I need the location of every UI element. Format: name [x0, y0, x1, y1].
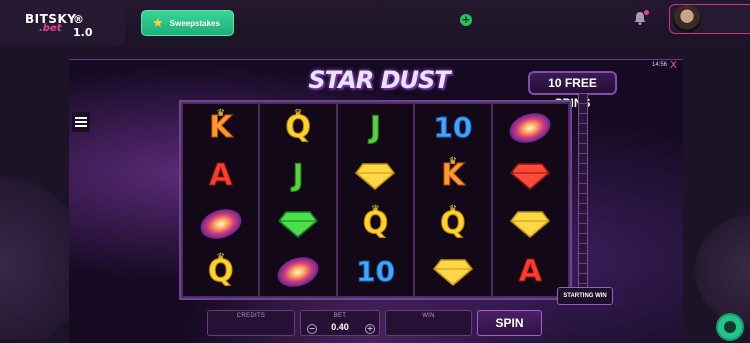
red-gem-symbol [493, 152, 568, 200]
symbol-q: ♛ Q [183, 248, 258, 296]
bet-decrease-button[interactable]: − [307, 324, 317, 334]
galaxy-icon [505, 108, 555, 148]
yellow-gem-icon [510, 211, 551, 238]
sweepstakes-button[interactable]: ★ Sweepstakes [141, 10, 234, 36]
spin-button[interactable]: SPIN [477, 310, 542, 336]
symbol-j: J [260, 152, 335, 200]
reels-grid: ♛ K A ♛ Q ♛ Q J J ♛ Q 10 10 ♛ K ♛ Q A [179, 100, 572, 300]
symbol-q: ♛ Q [415, 200, 490, 248]
win-panel: WIN [385, 310, 472, 336]
symbol-text: 10 [433, 111, 473, 144]
credits-label: CREDITS [236, 313, 266, 319]
add-funds-button[interactable]: + [460, 14, 472, 26]
chat-icon [724, 321, 736, 333]
green-gem-icon [278, 211, 319, 238]
star-icon: ★ [152, 15, 164, 31]
free-spins-badge: 10 FREE SPINS [528, 71, 617, 110]
crown-icon: ♛ [371, 204, 380, 215]
reel-1: ♛ K A ♛ Q [183, 104, 259, 296]
reel-2: ♛ Q J [260, 104, 336, 296]
symbol-q: ♛ Q [260, 104, 335, 152]
site-logo[interactable]: BITSKY .bet ® 1.0 [25, 12, 105, 39]
crown-icon: ♛ [216, 108, 226, 119]
symbol-q: ♛ Q [338, 200, 413, 248]
close-icon[interactable]: X [670, 60, 677, 71]
reel-5: A [492, 104, 568, 296]
symbol-text: J [292, 158, 304, 193]
symbol-10: 10 [338, 248, 413, 296]
yellow-gem-symbol [415, 248, 490, 296]
symbol-10: 10 [415, 104, 490, 152]
galaxy-icon [273, 252, 323, 292]
chat-support-button[interactable] [716, 313, 744, 341]
logo-version: ® 1.0 [73, 13, 93, 39]
notification-dot [644, 10, 649, 15]
sweepstakes-label: Sweepstakes [169, 18, 220, 28]
game-frame: STAR DUST 10 FREE SPINS 14:56 X ♛ K A ♛ Q ♛ Q J… [69, 59, 683, 343]
starting-win-label: STARTING WIN [557, 287, 613, 305]
yellow-gem-symbol [338, 152, 413, 200]
red-gem-icon [510, 163, 551, 190]
crown-icon: ♛ [448, 204, 458, 215]
win-label: WIN [422, 313, 435, 319]
galaxy-icon [196, 204, 245, 244]
reel-3: J ♛ Q 10 [337, 104, 414, 296]
control-bar: CREDITS BET 0.40 − + WIN SPIN [207, 310, 542, 336]
symbol-k: ♛ K [183, 104, 258, 152]
galaxy-symbol [493, 104, 568, 152]
crown-icon: ♛ [216, 252, 226, 263]
bet-label: BET [333, 313, 347, 319]
symbol-k: ♛ K [415, 152, 490, 200]
yellow-gem-symbol [493, 200, 568, 248]
symbol-text: A [518, 254, 542, 289]
menu-icon[interactable] [72, 112, 90, 132]
clock: 14:56 [652, 62, 668, 68]
crown-icon: ♛ [293, 108, 303, 119]
symbol-text: A [209, 158, 233, 193]
crown-icon: ♛ [448, 156, 458, 167]
bet-increase-button[interactable]: + [365, 324, 375, 334]
logo-subtext: .bet [39, 23, 62, 34]
symbol-text: 10 [356, 255, 396, 288]
avatar[interactable] [673, 5, 701, 33]
game-title: STAR DUST [308, 66, 450, 94]
green-gem-symbol [260, 200, 335, 248]
symbol-text: J [369, 110, 382, 145]
credits-panel: CREDITS [207, 310, 295, 336]
galaxy-symbol [260, 248, 335, 296]
yellow-gem-icon [432, 259, 473, 286]
symbol-j: J [338, 104, 413, 152]
free-spins-meter [572, 93, 596, 293]
symbol-a: A [183, 152, 258, 200]
yellow-gem-icon [355, 163, 396, 190]
bet-panel: BET 0.40 − + [300, 310, 380, 336]
reel-4: 10 ♛ K ♛ Q [415, 104, 491, 296]
galaxy-symbol [183, 200, 258, 248]
